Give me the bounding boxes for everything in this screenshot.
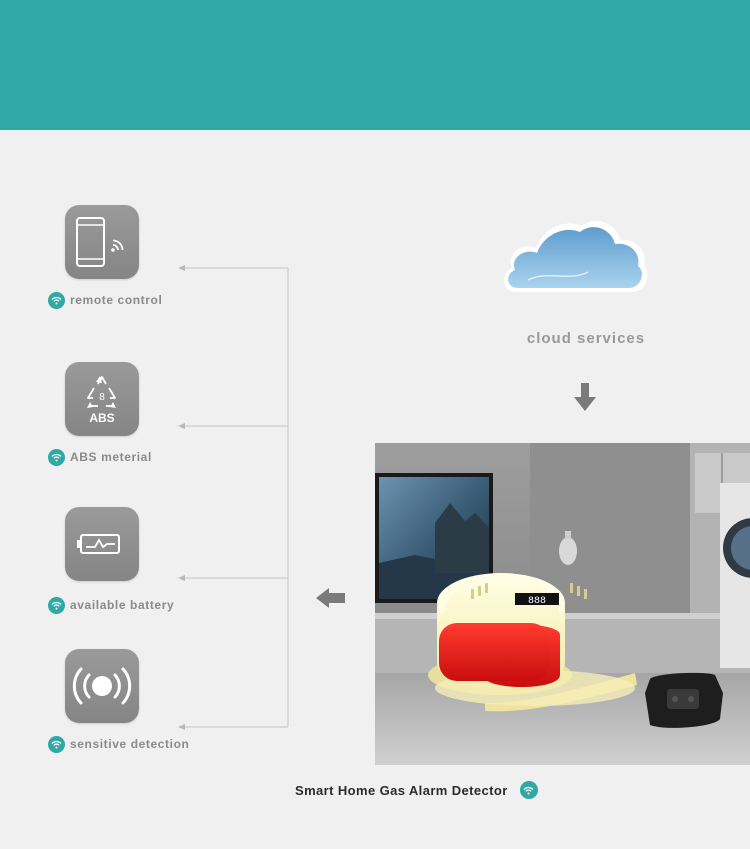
wifi-icon <box>519 781 538 799</box>
detector-display: 888 <box>528 596 546 607</box>
wifi-icon <box>48 291 65 309</box>
feature-tile-abs-material: 8 ABS <box>65 362 139 436</box>
smartphone-signal-icon <box>76 217 124 267</box>
feature-text: sensitive detection <box>70 737 190 751</box>
feature-text: ABS meterial <box>70 450 152 464</box>
feature-tile-detection <box>65 649 139 723</box>
feature-label-remote-control: remote control <box>48 291 162 309</box>
abs-icon-number: 8 <box>99 392 105 403</box>
feature-tile-battery <box>65 507 139 581</box>
product-caption: Smart Home Gas Alarm Detector <box>295 780 538 800</box>
cloud-services-label: cloud services <box>526 330 646 347</box>
arrow-left-icon <box>316 588 345 608</box>
product-caption-text: Smart Home Gas Alarm Detector <box>295 782 508 798</box>
feature-label-detection: sensitive detection <box>48 735 189 753</box>
feature-text: remote control <box>70 293 163 307</box>
feature-text: available battery <box>70 598 175 612</box>
wifi-icon <box>48 596 65 614</box>
feature-label-abs-material: ABS meterial <box>48 448 152 466</box>
abs-icon-text: ABS <box>89 411 114 425</box>
feature-tile-remote-control <box>65 205 139 279</box>
wifi-icon <box>48 448 65 466</box>
wifi-icon <box>48 735 65 753</box>
product-photo: 888 <box>375 443 750 765</box>
battery-icon <box>77 534 120 554</box>
arrow-down-icon <box>574 383 596 411</box>
abs-recycle-icon: 8 ABS <box>87 376 116 425</box>
cloud-icon <box>498 210 652 300</box>
sound-wave-icon <box>72 667 132 705</box>
feature-label-battery: available battery <box>48 596 174 614</box>
